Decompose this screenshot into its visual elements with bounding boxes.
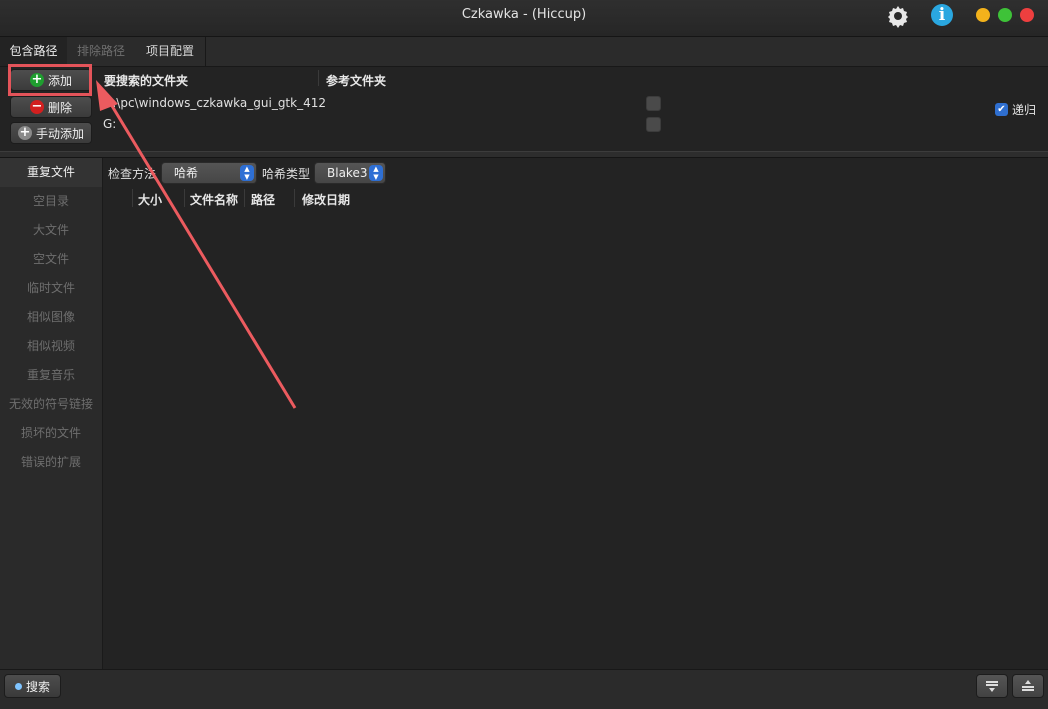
remove-button-label: 删除 bbox=[47, 100, 72, 115]
select-arrows-icon: ▲ ▼ bbox=[369, 165, 383, 181]
col-size[interactable]: 大小 bbox=[138, 191, 162, 208]
recursive-label: 递归 bbox=[1012, 103, 1037, 117]
add-button[interactable]: + 添加 bbox=[10, 69, 92, 91]
folder-row-path[interactable]: D:\pc\windows_czkawka_gui_gtk_412 bbox=[103, 96, 326, 110]
minus-icon: − bbox=[29, 99, 44, 114]
sidebar-item-empty-files[interactable]: 空文件 bbox=[0, 245, 102, 274]
sidebar-item-big-files[interactable]: 大文件 bbox=[0, 216, 102, 245]
bottom-bar: 搜索 bbox=[0, 669, 1048, 709]
plus-gray-icon: + bbox=[17, 125, 32, 140]
minimize-button[interactable] bbox=[976, 8, 990, 22]
pane-splitter[interactable] bbox=[0, 151, 1048, 158]
manual-add-button[interactable]: + 手动添加 bbox=[10, 122, 92, 144]
tab-project-config[interactable]: 项目配置 bbox=[135, 37, 206, 66]
check-method-label: 检查方法 bbox=[108, 167, 157, 181]
sidebar-item-duplicate-files[interactable]: 重复文件 bbox=[0, 158, 102, 187]
scroll-up-button[interactable] bbox=[1012, 674, 1044, 698]
column-divider bbox=[318, 70, 319, 86]
gear-icon[interactable] bbox=[886, 4, 910, 28]
search-button[interactable]: 搜索 bbox=[4, 674, 61, 698]
recursive-checkbox[interactable]: ✔ bbox=[995, 103, 1008, 116]
reference-checkbox[interactable] bbox=[646, 117, 661, 132]
move-down-icon bbox=[986, 681, 998, 692]
sidebar-item-bad-extensions[interactable]: 错误的扩展 bbox=[0, 448, 102, 477]
hash-type-select[interactable]: Blake3 ▲ ▼ bbox=[314, 162, 386, 184]
col-modified-date[interactable]: 修改日期 bbox=[302, 191, 350, 208]
col-path[interactable]: 路径 bbox=[251, 191, 275, 208]
sidebar-item-empty-folders[interactable]: 空目录 bbox=[0, 187, 102, 216]
check-method-value: 哈希 bbox=[174, 166, 199, 180]
scroll-down-button[interactable] bbox=[976, 674, 1008, 698]
check-method-select[interactable]: 哈希 ▲ ▼ bbox=[161, 162, 257, 184]
manual-add-button-label: 手动添加 bbox=[35, 126, 84, 141]
hash-type-label: 哈希类型 bbox=[262, 167, 311, 181]
search-button-label: 搜索 bbox=[25, 679, 50, 694]
column-divider bbox=[294, 189, 295, 207]
select-arrows-icon: ▲ ▼ bbox=[240, 165, 254, 181]
move-up-icon bbox=[1022, 680, 1034, 691]
col-search-folders: 要搜索的文件夹 bbox=[104, 74, 189, 88]
col-reference-folder: 参考文件夹 bbox=[326, 74, 387, 88]
sidebar-item-temporary-files[interactable]: 临时文件 bbox=[0, 274, 102, 303]
search-icon bbox=[14, 682, 22, 690]
reference-checkbox[interactable] bbox=[646, 96, 661, 111]
sidebar-item-broken-files[interactable]: 损坏的文件 bbox=[0, 419, 102, 448]
sidebar-item-duplicate-music[interactable]: 重复音乐 bbox=[0, 361, 102, 390]
sidebar-item-similar-videos[interactable]: 相似视频 bbox=[0, 332, 102, 361]
maximize-button[interactable] bbox=[998, 8, 1012, 22]
sidebar-item-invalid-symlinks[interactable]: 无效的符号链接 bbox=[0, 390, 102, 419]
tab-include-paths[interactable]: 包含路径 bbox=[0, 37, 68, 66]
tool-sidebar: 重复文件 空目录 大文件 空文件 临时文件 相似图像 相似视频 重复音乐 无效的… bbox=[0, 158, 103, 669]
column-divider bbox=[132, 189, 133, 207]
column-divider bbox=[184, 189, 185, 207]
path-tabs: 包含路径 排除路径 项目配置 bbox=[0, 37, 1048, 67]
column-divider bbox=[244, 189, 245, 207]
tab-exclude-paths[interactable]: 排除路径 bbox=[67, 37, 136, 66]
recursive-option[interactable]: ✔ 递归 bbox=[995, 101, 1036, 118]
title-bar: Czkawka - (Hiccup) i bbox=[0, 0, 1048, 37]
info-icon[interactable]: i bbox=[931, 4, 953, 26]
close-button[interactable] bbox=[1020, 8, 1034, 22]
add-button-label: 添加 bbox=[47, 73, 72, 88]
col-file-name[interactable]: 文件名称 bbox=[190, 191, 238, 208]
plus-icon: + bbox=[29, 72, 44, 87]
folder-row-path[interactable]: G: bbox=[103, 117, 116, 131]
hash-type-value: Blake3 bbox=[327, 166, 368, 180]
remove-button[interactable]: − 删除 bbox=[10, 96, 92, 118]
sidebar-item-similar-images[interactable]: 相似图像 bbox=[0, 303, 102, 332]
